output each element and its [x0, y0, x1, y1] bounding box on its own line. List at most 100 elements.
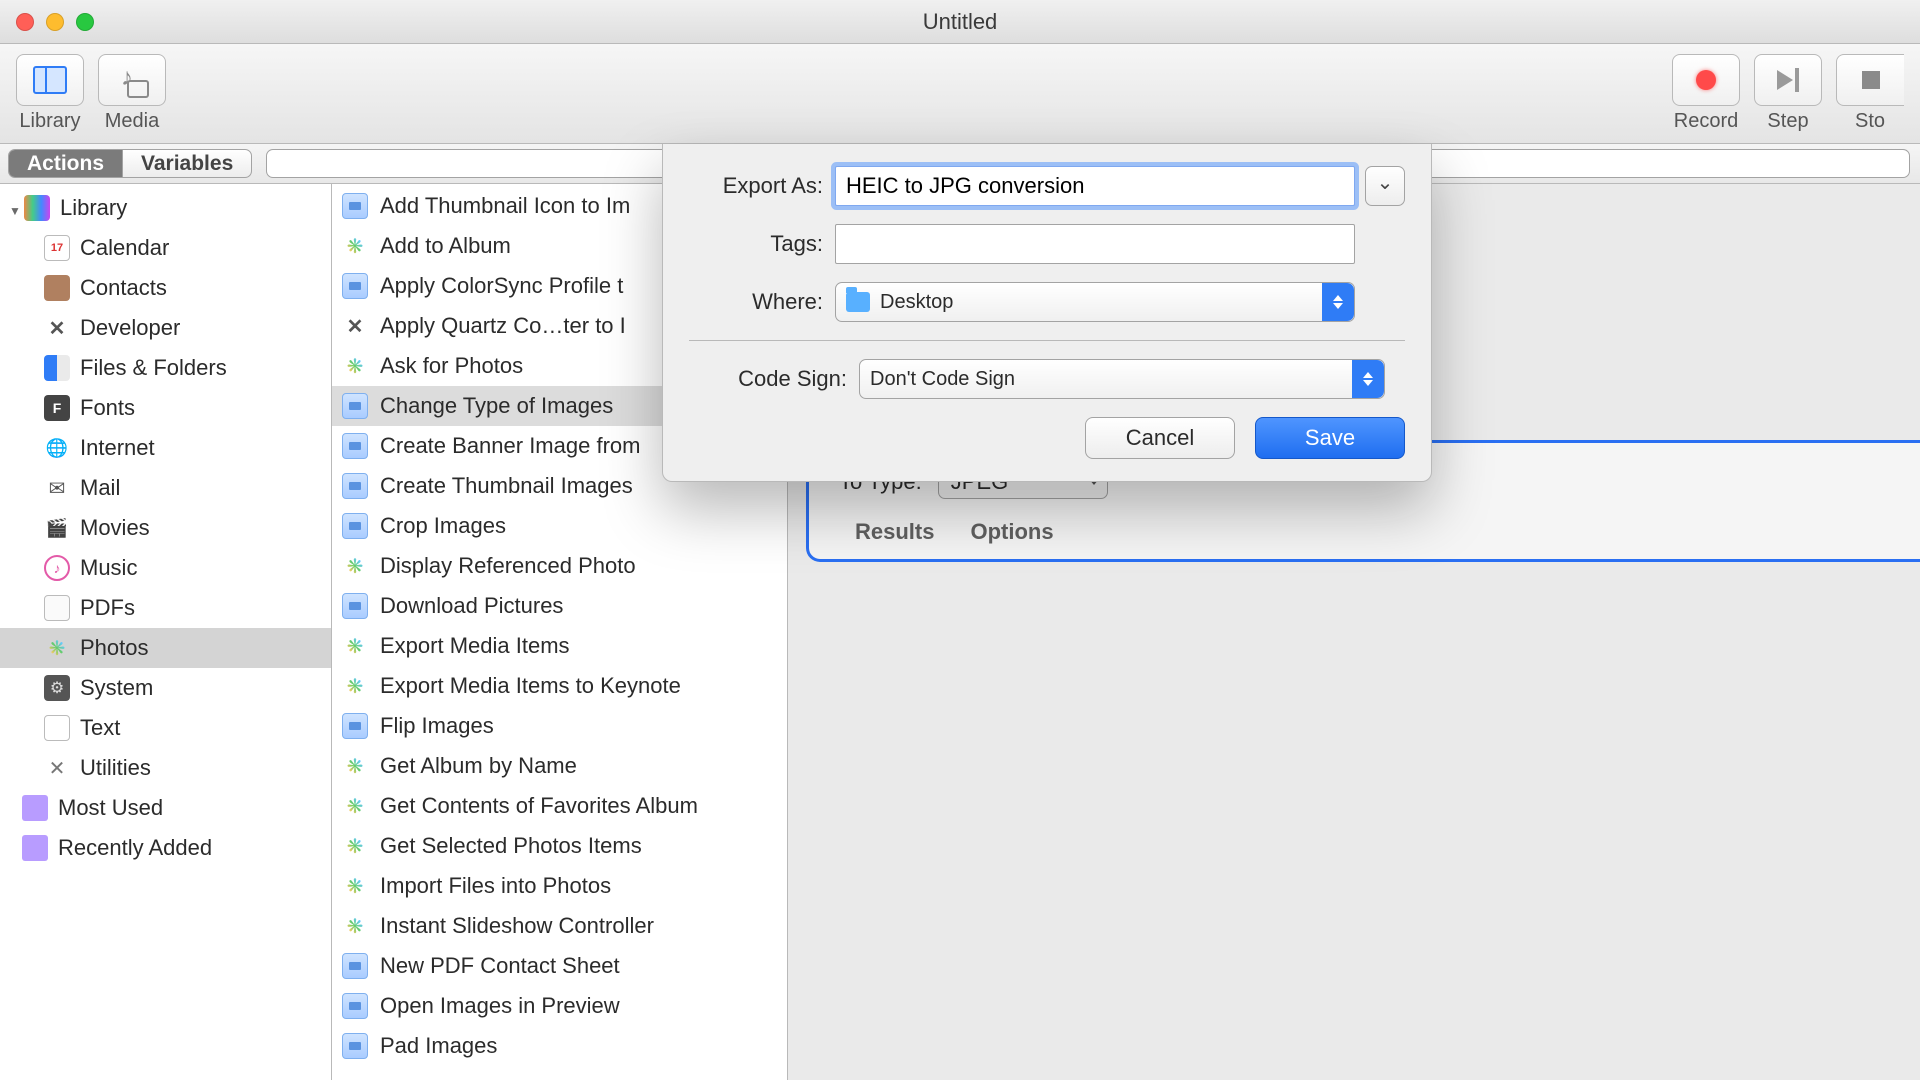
contacts-icon [44, 275, 70, 301]
sidebar-item-label: Developer [80, 315, 180, 341]
sidebar-item-label: Mail [80, 475, 120, 501]
save-button-label: Save [1305, 425, 1355, 451]
record-button[interactable] [1672, 54, 1740, 106]
action-row[interactable]: Export Media Items [332, 626, 787, 666]
media-button-label: Media [105, 110, 159, 133]
action-row[interactable]: Get Album by Name [332, 746, 787, 786]
action-row[interactable]: Crop Images [332, 506, 787, 546]
img-icon [342, 273, 368, 299]
where-label: Where: [689, 289, 835, 315]
media-icon [117, 66, 147, 94]
sidebar-collection-recently-added[interactable]: Recently Added [0, 828, 331, 868]
action-label: Download Pictures [380, 593, 563, 619]
export-as-input[interactable] [835, 166, 1355, 206]
step-button[interactable] [1754, 54, 1822, 106]
sidebar-item-internet[interactable]: Internet [0, 428, 331, 468]
img-icon [342, 1033, 368, 1059]
action-label: Flip Images [380, 713, 494, 739]
flower-icon [342, 633, 368, 659]
action-label: Apply Quartz Co…ter to I [380, 313, 626, 339]
flower-icon [342, 793, 368, 819]
sidebar-item-label: Utilities [80, 755, 151, 781]
codesign-select[interactable]: Don't Code Sign [859, 359, 1385, 399]
action-row[interactable]: Get Contents of Favorites Album [332, 786, 787, 826]
results-tab[interactable]: Results [855, 519, 934, 545]
developer-icon [44, 315, 70, 341]
action-label: Get Contents of Favorites Album [380, 793, 698, 819]
cancel-button[interactable]: Cancel [1085, 417, 1235, 459]
img-icon [342, 953, 368, 979]
action-label: New PDF Contact Sheet [380, 953, 620, 979]
action-row[interactable]: Display Referenced Photo [332, 546, 787, 586]
action-row[interactable]: Flip Images [332, 706, 787, 746]
stop-icon [1862, 71, 1880, 89]
library-sidebar: Library Calendar Contacts Developer File… [0, 184, 332, 1080]
sidebar-item-label: Internet [80, 435, 155, 461]
action-label: Instant Slideshow Controller [380, 913, 654, 939]
flower-icon [342, 353, 368, 379]
action-label: Import Files into Photos [380, 873, 611, 899]
flower-icon [342, 233, 368, 259]
flower-icon [342, 553, 368, 579]
utilities-icon [44, 755, 70, 781]
stop-button[interactable] [1836, 54, 1904, 106]
movies-icon [44, 515, 70, 541]
disclosure-triangle-icon[interactable] [8, 195, 22, 221]
flower-icon [342, 833, 368, 859]
sidebar-item-text[interactable]: Text [0, 708, 331, 748]
flower-icon [342, 913, 368, 939]
sidebar-item-utilities[interactable]: Utilities [0, 748, 331, 788]
sidebar-item-label: PDFs [80, 595, 135, 621]
sidebar-item-movies[interactable]: Movies [0, 508, 331, 548]
sidebar-item-music[interactable]: Music [0, 548, 331, 588]
sidebar-root-library[interactable]: Library [0, 188, 331, 228]
finder-icon [44, 355, 70, 381]
action-row[interactable]: Get Selected Photos Items [332, 826, 787, 866]
sidebar-item-contacts[interactable]: Contacts [0, 268, 331, 308]
folder-icon [22, 795, 48, 821]
window-titlebar: Untitled [0, 0, 1920, 44]
window-title: Untitled [0, 9, 1920, 35]
sidebar-item-calendar[interactable]: Calendar [0, 228, 331, 268]
action-row[interactable]: Download Pictures [332, 586, 787, 626]
sidebar-item-developer[interactable]: Developer [0, 308, 331, 348]
action-row[interactable]: Pad Images [332, 1026, 787, 1066]
sidebar-item-photos[interactable]: Photos [0, 628, 331, 668]
library-button[interactable] [16, 54, 84, 106]
main-toolbar: Library Media Record Step [0, 44, 1920, 144]
action-row[interactable]: Import Files into Photos [332, 866, 787, 906]
img-icon [342, 993, 368, 1019]
save-button[interactable]: Save [1255, 417, 1405, 459]
sidebar-root-label: Library [60, 195, 127, 221]
internet-icon [44, 435, 70, 461]
step-button-label: Step [1767, 110, 1808, 133]
actions-tab[interactable]: Actions [9, 150, 122, 177]
where-select[interactable]: Desktop [835, 282, 1355, 322]
action-row[interactable]: Export Media Items to Keynote [332, 666, 787, 706]
action-label: Ask for Photos [380, 353, 523, 379]
export-save-sheet: Export As: Tags: Where: Desktop Code Sig… [662, 144, 1432, 482]
action-label: Export Media Items [380, 633, 570, 659]
sidebar-item-pdfs[interactable]: PDFs [0, 588, 331, 628]
sidebar-collection-most-used[interactable]: Most Used [0, 788, 331, 828]
media-button[interactable] [98, 54, 166, 106]
action-label: Export Media Items to Keynote [380, 673, 681, 699]
variables-tab[interactable]: Variables [122, 150, 251, 177]
fonts-icon [44, 395, 70, 421]
action-row[interactable]: New PDF Contact Sheet [332, 946, 787, 986]
options-tab[interactable]: Options [970, 519, 1053, 545]
tags-input[interactable] [835, 224, 1355, 264]
sidebar-item-mail[interactable]: Mail [0, 468, 331, 508]
expand-save-dialog-button[interactable] [1365, 166, 1405, 206]
action-row[interactable]: Open Images in Preview [332, 986, 787, 1026]
sidebar-item-system[interactable]: System [0, 668, 331, 708]
img-icon [342, 473, 368, 499]
action-row[interactable]: Instant Slideshow Controller [332, 906, 787, 946]
flower-icon [342, 873, 368, 899]
library-mode-toggle[interactable]: Actions Variables [8, 149, 252, 178]
record-icon [1696, 70, 1716, 90]
sidebar-item-fonts[interactable]: Fonts [0, 388, 331, 428]
sidebar-item-label: Recently Added [58, 835, 212, 861]
sidebar-item-files-folders[interactable]: Files & Folders [0, 348, 331, 388]
img-icon [342, 393, 368, 419]
